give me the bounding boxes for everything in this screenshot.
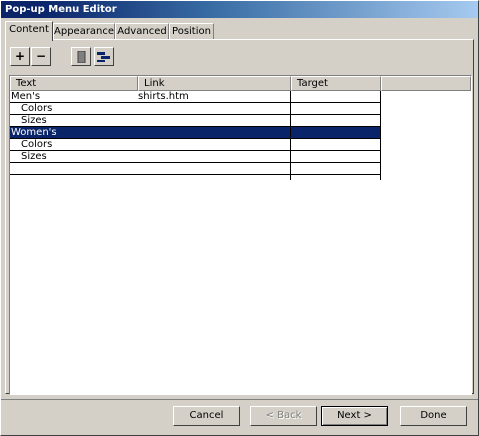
tab-advanced[interactable]: Advanced xyxy=(115,23,169,40)
column-header-link-label: Link xyxy=(144,78,165,89)
column-divider xyxy=(380,91,381,180)
tab-position-label: Position xyxy=(172,26,211,37)
cancel-button[interactable]: Cancel xyxy=(173,406,240,426)
column-header-filler xyxy=(381,76,471,91)
next-button[interactable]: Next > xyxy=(321,406,388,426)
table-row[interactable]: Colors xyxy=(10,139,381,151)
table-row[interactable]: Colors xyxy=(10,103,381,115)
remove-item-label: − xyxy=(35,49,47,63)
tab-appearance[interactable]: Appearance xyxy=(53,23,115,40)
title-bar: Pop-up Menu Editor xyxy=(1,1,478,18)
next-label: Next > xyxy=(337,410,372,421)
table-row[interactable]: Sizes xyxy=(10,151,381,163)
row-divider xyxy=(10,174,381,175)
window-title: Pop-up Menu Editor xyxy=(5,4,117,15)
table-row[interactable]: Women's xyxy=(10,127,381,139)
outdent-icon xyxy=(77,51,86,63)
column-header-text-label: Text xyxy=(16,78,37,89)
add-item-label: + xyxy=(14,49,26,63)
back-label: < Back xyxy=(265,410,302,421)
column-divider xyxy=(290,91,291,180)
table-row[interactable]: Men's shirts.htm xyxy=(10,91,381,103)
done-label: Done xyxy=(420,410,447,421)
tab-appearance-label: Appearance xyxy=(54,26,115,37)
tab-content[interactable]: Content xyxy=(5,21,53,41)
popup-menu-editor-window: Pop-up Menu Editor Content Appearance Ad… xyxy=(0,0,479,436)
footer-separator xyxy=(1,399,478,400)
column-header-link[interactable]: Link xyxy=(138,76,291,91)
tab-advanced-label: Advanced xyxy=(117,26,167,37)
add-item-button[interactable]: + xyxy=(10,47,30,66)
table-row[interactable]: Sizes xyxy=(10,115,381,127)
cancel-label: Cancel xyxy=(189,410,224,421)
remove-item-button[interactable]: − xyxy=(31,47,51,66)
back-button[interactable]: < Back xyxy=(250,406,317,426)
tab-position[interactable]: Position xyxy=(169,23,214,40)
table-row[interactable] xyxy=(10,163,381,175)
column-header-target[interactable]: Target xyxy=(291,76,381,91)
column-header-text[interactable]: Text xyxy=(10,76,138,91)
indent-icon xyxy=(97,52,110,62)
menu-items-grid: Text Link Target Men's shirts.htm Colors Si… xyxy=(9,75,472,395)
indent-item-button[interactable] xyxy=(94,47,114,66)
tab-content-label: Content xyxy=(9,24,49,35)
column-header-target-label: Target xyxy=(297,78,328,89)
outdent-item-button[interactable] xyxy=(71,47,91,66)
done-button[interactable]: Done xyxy=(400,406,467,426)
